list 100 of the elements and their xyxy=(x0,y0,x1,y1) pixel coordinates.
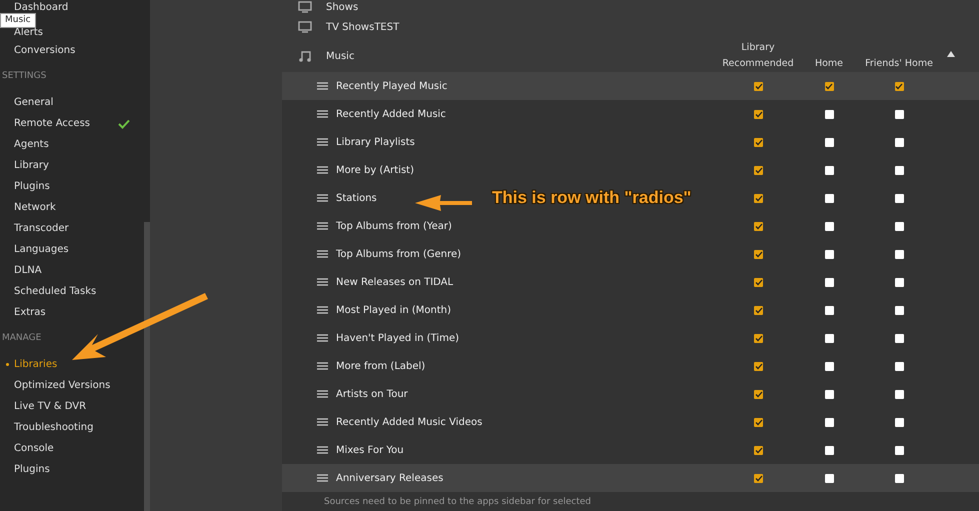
drag-handle-icon[interactable] xyxy=(317,390,328,398)
highlighted-row[interactable]: Anniversary Releases xyxy=(282,464,979,492)
drag-handle-icon[interactable] xyxy=(317,194,328,202)
checkbox[interactable] xyxy=(894,82,904,90)
sidebar-item[interactable]: DLNA xyxy=(0,260,144,281)
drag-handle-icon[interactable] xyxy=(317,334,328,342)
sidebar-item[interactable]: Conversions xyxy=(0,40,144,61)
checkbox[interactable] xyxy=(824,278,834,286)
source-row[interactable]: Shows xyxy=(282,0,979,14)
annotation-text: This is row with "radios" xyxy=(492,188,692,208)
checkbox[interactable] xyxy=(824,166,834,174)
checkbox[interactable] xyxy=(894,334,904,342)
checkbox[interactable] xyxy=(754,110,763,118)
sidebar-item[interactable]: Extras xyxy=(0,302,144,323)
sidebar-item[interactable]: General xyxy=(0,92,144,113)
row-label: Mixes For You xyxy=(336,444,404,456)
checkbox[interactable] xyxy=(894,306,904,314)
checkbox[interactable] xyxy=(824,222,834,230)
checkbox[interactable] xyxy=(754,250,763,258)
checkbox[interactable] xyxy=(894,250,904,258)
sidebar-item[interactable]: Scheduled Tasks xyxy=(0,281,144,302)
drag-handle-icon[interactable] xyxy=(317,250,328,258)
checkbox[interactable] xyxy=(894,418,904,426)
checkbox[interactable] xyxy=(754,278,763,286)
row-label: Top Albums from (Genre) xyxy=(336,248,462,260)
checkbox[interactable] xyxy=(894,222,904,230)
drag-handle-icon[interactable] xyxy=(317,474,328,482)
sort-up-icon[interactable] xyxy=(947,50,955,56)
checkbox[interactable] xyxy=(754,390,763,398)
checkbox[interactable] xyxy=(754,138,763,146)
drag-handle-icon[interactable] xyxy=(317,446,328,454)
sidebar-item[interactable]: Remote Access xyxy=(0,113,144,134)
sidebar-item[interactable]: Plugins xyxy=(0,459,144,480)
drag-handle-icon[interactable] xyxy=(317,362,328,370)
checkbox[interactable] xyxy=(894,278,904,286)
bullet-icon xyxy=(6,363,9,366)
annotation-arrow xyxy=(415,195,472,211)
column-header: Home xyxy=(814,57,844,71)
section-heading: SETTINGS xyxy=(1,70,48,83)
row-label: Most Played in (Month) xyxy=(336,304,452,316)
checkbox[interactable] xyxy=(824,390,834,398)
scrollbar[interactable] xyxy=(144,222,150,511)
drag-handle-icon[interactable] xyxy=(317,110,328,118)
checkbox[interactable] xyxy=(894,110,904,118)
column-header: Friends' Home xyxy=(864,57,934,71)
checkbox[interactable] xyxy=(894,446,904,454)
checkbox[interactable] xyxy=(894,390,904,398)
checkbox[interactable] xyxy=(894,474,904,482)
checkbox[interactable] xyxy=(824,82,834,90)
sidebar-item[interactable]: Network xyxy=(0,197,144,218)
checkbox[interactable] xyxy=(824,110,834,118)
drag-handle-icon[interactable] xyxy=(317,138,328,146)
drag-handle-icon[interactable] xyxy=(317,82,328,90)
drag-handle-icon[interactable] xyxy=(317,418,328,426)
checkbox[interactable] xyxy=(824,334,834,342)
row-label: Top Albums from (Year) xyxy=(336,220,452,232)
checkbox[interactable] xyxy=(824,138,834,146)
checkbox[interactable] xyxy=(824,306,834,314)
sidebar-item[interactable]: Transcoder xyxy=(0,218,144,239)
highlighted-row[interactable]: Recently Played Music xyxy=(282,72,979,100)
drag-handle-icon[interactable] xyxy=(317,278,328,286)
checkbox[interactable] xyxy=(824,194,834,202)
sidebar-item[interactable]: Troubleshooting xyxy=(0,417,144,438)
checkbox[interactable] xyxy=(754,306,763,314)
checkbox[interactable] xyxy=(754,474,763,482)
checkbox[interactable] xyxy=(754,82,763,90)
checkbox[interactable] xyxy=(754,362,763,370)
checkbox[interactable] xyxy=(894,362,904,370)
column-header: Library Recommended xyxy=(721,41,795,71)
checkbox[interactable] xyxy=(754,418,763,426)
checkbox[interactable] xyxy=(754,194,763,202)
drag-handle-icon[interactable] xyxy=(317,222,328,230)
checkbox[interactable] xyxy=(894,138,904,146)
checkbox[interactable] xyxy=(824,250,834,258)
checkbox[interactable] xyxy=(824,362,834,370)
checkbox[interactable] xyxy=(894,166,904,174)
sidebar-item[interactable]: Plugins xyxy=(0,176,144,197)
sidebar-item[interactable]: Library xyxy=(0,155,144,176)
checkbox[interactable] xyxy=(754,166,763,174)
checkbox[interactable] xyxy=(824,418,834,426)
row-label: More from (Label) xyxy=(336,360,426,372)
row-label: New Releases on TIDAL xyxy=(336,276,454,288)
sidebar-item[interactable]: Languages xyxy=(0,239,144,260)
row-label: Anniversary Releases xyxy=(336,472,444,484)
checkbox[interactable] xyxy=(824,474,834,482)
source-row[interactable]: TV ShowsTEST xyxy=(282,14,979,40)
checkbox[interactable] xyxy=(754,222,763,230)
sidebar-item[interactable]: Live TV & DVR xyxy=(0,396,144,417)
sidebar-item[interactable]: Console xyxy=(0,438,144,459)
drag-handle-icon[interactable] xyxy=(317,166,328,174)
sidebar-item[interactable]: Libraries xyxy=(0,354,144,375)
source-row[interactable]: Music xyxy=(282,50,723,62)
checkbox[interactable] xyxy=(754,446,763,454)
sidebar-item[interactable]: Optimized Versions xyxy=(0,375,144,396)
checkbox[interactable] xyxy=(824,446,834,454)
tooltip: Music xyxy=(0,13,36,28)
sidebar-item[interactable]: Agents xyxy=(0,134,144,155)
drag-handle-icon[interactable] xyxy=(317,306,328,314)
checkbox[interactable] xyxy=(754,334,763,342)
checkbox[interactable] xyxy=(894,194,904,202)
